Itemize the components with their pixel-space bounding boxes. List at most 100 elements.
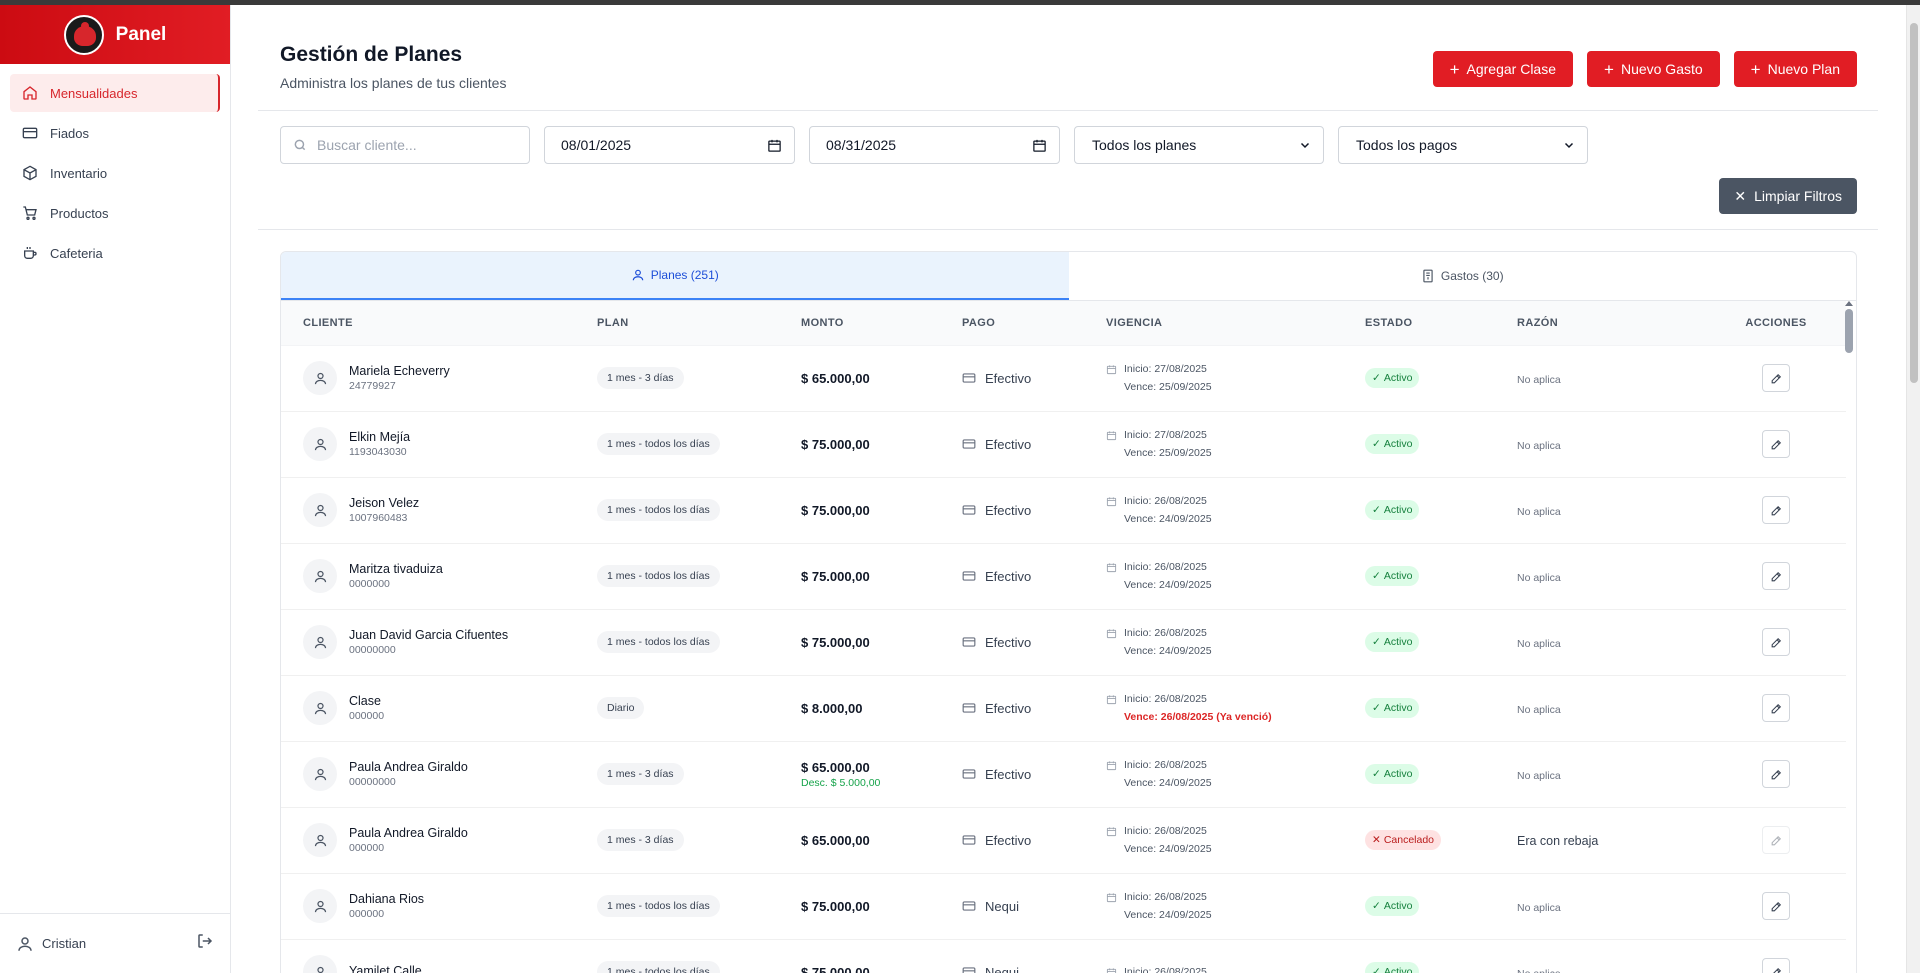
table-row[interactable]: Elkin Mejía 1193043030 1 mes - todos los… xyxy=(281,411,1846,478)
credit-card-icon xyxy=(962,835,976,845)
client-text: Paula Andrea Giraldo 000000 xyxy=(349,826,468,854)
client-name: Jeison Velez xyxy=(349,496,420,510)
new-expense-button[interactable]: + Nuevo Gasto xyxy=(1587,51,1720,87)
client-text: Juan David Garcia Cifuentes 00000000 xyxy=(349,628,508,656)
clear-filters-button[interactable]: ✕ Limpiar Filtros xyxy=(1719,178,1857,214)
payment-method: Efectivo xyxy=(962,437,1106,452)
cell-actions xyxy=(1706,675,1846,742)
edit-button[interactable] xyxy=(1762,496,1790,524)
table-row[interactable]: Paula Andrea Giraldo 00000000 1 mes - 3 … xyxy=(281,741,1846,808)
column-header-plan[interactable]: PLAN xyxy=(597,301,801,346)
status-label: Activo xyxy=(1383,438,1413,450)
column-header-vigencia[interactable]: VIGENCIA xyxy=(1106,301,1365,346)
cell-actions xyxy=(1706,411,1846,478)
column-header-estado[interactable]: ESTADO xyxy=(1365,301,1517,346)
payment-method: Nequi xyxy=(962,965,1106,973)
sidebar-item-inventario[interactable]: Inventario xyxy=(10,154,220,192)
table-row[interactable]: Mariela Echeverry 24779927 1 mes - 3 día… xyxy=(281,345,1846,412)
plan-badge: 1 mes - todos los días xyxy=(597,499,720,521)
sidebar-item-mensualidades[interactable]: Mensualidades xyxy=(10,74,220,112)
date-from-input[interactable]: 08/01/2025 xyxy=(544,126,795,164)
table-row[interactable]: Dahiana Rios 000000 1 mes - todos los dí… xyxy=(281,873,1846,940)
edit-icon xyxy=(1771,901,1781,911)
edit-button[interactable] xyxy=(1762,562,1790,590)
add-class-button[interactable]: + Agregar Clase xyxy=(1432,51,1574,87)
table-row[interactable]: Juan David Garcia Cifuentes 00000000 1 m… xyxy=(281,609,1846,676)
column-header-pago[interactable]: PAGO xyxy=(962,301,1106,346)
search-input[interactable]: Buscar cliente... xyxy=(280,126,530,164)
edit-button[interactable] xyxy=(1762,760,1790,788)
logout-button[interactable] xyxy=(196,932,214,955)
cell-amount: $ 75.000,00 xyxy=(801,939,962,973)
start-date: Inicio: 26/08/2025 xyxy=(1124,891,1207,903)
table-row[interactable]: Jeison Velez 1007960483 1 mes - todos lo… xyxy=(281,477,1846,544)
edit-button[interactable] xyxy=(1762,694,1790,722)
edit-button[interactable] xyxy=(1762,628,1790,656)
chevron-down-icon xyxy=(1564,142,1574,149)
column-header-razon[interactable]: RAZÓN xyxy=(1517,301,1706,346)
new-plan-button[interactable]: + Nuevo Plan xyxy=(1733,51,1857,87)
edit-button[interactable] xyxy=(1762,364,1790,392)
page-scrollbar[interactable] xyxy=(1906,5,1920,973)
cell-payment: Efectivo xyxy=(962,345,1106,412)
calendar-icon[interactable] xyxy=(1032,138,1047,153)
status-badge: ✓ Activo xyxy=(1365,698,1420,718)
client-info: Juan David Garcia Cifuentes 00000000 xyxy=(303,625,597,659)
validity-start: Inicio: 27/08/2025 xyxy=(1106,429,1365,441)
table-scrollbar[interactable] xyxy=(1845,301,1853,973)
cell-actions xyxy=(1706,543,1846,610)
plan-filter-select[interactable]: Todos los planes xyxy=(1074,126,1324,164)
client-info: Yamilet Calle xyxy=(303,955,597,973)
payment-method: Efectivo xyxy=(962,833,1106,848)
client-info: Jeison Velez 1007960483 xyxy=(303,493,597,527)
client-text: Clase 000000 xyxy=(349,694,384,722)
user-profile[interactable]: Cristian xyxy=(16,935,86,953)
reason-text: No aplica xyxy=(1517,637,1561,650)
logout-icon xyxy=(198,934,213,948)
client-name: Paula Andrea Giraldo xyxy=(349,826,468,840)
amount-value: $ 75.000,00 xyxy=(801,898,870,914)
payment-method: Efectivo xyxy=(962,371,1106,386)
payment-label: Efectivo xyxy=(985,568,1032,584)
table-row[interactable]: Clase 000000 Diario $ 8.000,00 Efectivo … xyxy=(281,675,1846,742)
edit-button[interactable] xyxy=(1762,826,1790,854)
validity-info: Inicio: 26/08/2025 Vence: 26/08/2025 (Ya… xyxy=(1106,693,1365,723)
end-date: Vence: 25/09/2025 xyxy=(1124,447,1212,459)
avatar xyxy=(303,559,337,593)
search-placeholder: Buscar cliente... xyxy=(317,137,417,153)
edit-button[interactable] xyxy=(1762,430,1790,458)
client-id: 000000 xyxy=(349,908,385,920)
sidebar-item-productos[interactable]: Productos xyxy=(10,194,220,232)
cell-reason: No aplica xyxy=(1517,411,1706,478)
tab-expenses[interactable]: Gastos (30) xyxy=(1069,252,1857,300)
edit-button[interactable] xyxy=(1762,958,1790,973)
cell-payment: Efectivo xyxy=(962,411,1106,478)
column-header-monto[interactable]: MONTO xyxy=(801,301,962,346)
cell-payment: Nequi xyxy=(962,939,1106,973)
sidebar-item-cafeteria[interactable]: Cafeteria xyxy=(10,234,220,272)
date-to-input[interactable]: 08/31/2025 xyxy=(809,126,1060,164)
table-row[interactable]: Maritza tivaduiza 0000000 1 mes - todos … xyxy=(281,543,1846,610)
calendar-icon xyxy=(1106,496,1117,506)
calendar-icon[interactable] xyxy=(767,138,782,153)
page-scroll-thumb[interactable] xyxy=(1910,23,1918,383)
user-icon xyxy=(314,900,326,912)
plan-badge: 1 mes - todos los días xyxy=(597,961,720,973)
plan-badge: 1 mes - 3 días xyxy=(597,367,684,389)
tab-plans[interactable]: Planes (251) xyxy=(281,252,1069,300)
cell-reason: No aplica xyxy=(1517,939,1706,973)
column-header-cliente[interactable]: CLIENTE xyxy=(281,301,597,346)
payment-filter-select[interactable]: Todos los pagos xyxy=(1338,126,1588,164)
close-icon: ✕ xyxy=(1734,187,1747,204)
cell-validity: Inicio: 27/08/2025 Vence: 25/09/2025 xyxy=(1106,345,1365,412)
scroll-thumb[interactable] xyxy=(1845,309,1853,353)
calendar-icon xyxy=(1106,628,1117,638)
sidebar-item-fiados[interactable]: Fiados xyxy=(10,114,220,152)
table-row[interactable]: Paula Andrea Giraldo 000000 1 mes - 3 dí… xyxy=(281,807,1846,874)
chevron-down-icon xyxy=(1300,142,1310,149)
table-row[interactable]: Yamilet Calle 1 mes - todos los días $ 7… xyxy=(281,939,1846,973)
scroll-up-arrow[interactable] xyxy=(1845,301,1853,306)
check-icon: ✓ xyxy=(1372,900,1381,912)
edit-button[interactable] xyxy=(1762,892,1790,920)
edit-icon xyxy=(1771,637,1781,647)
